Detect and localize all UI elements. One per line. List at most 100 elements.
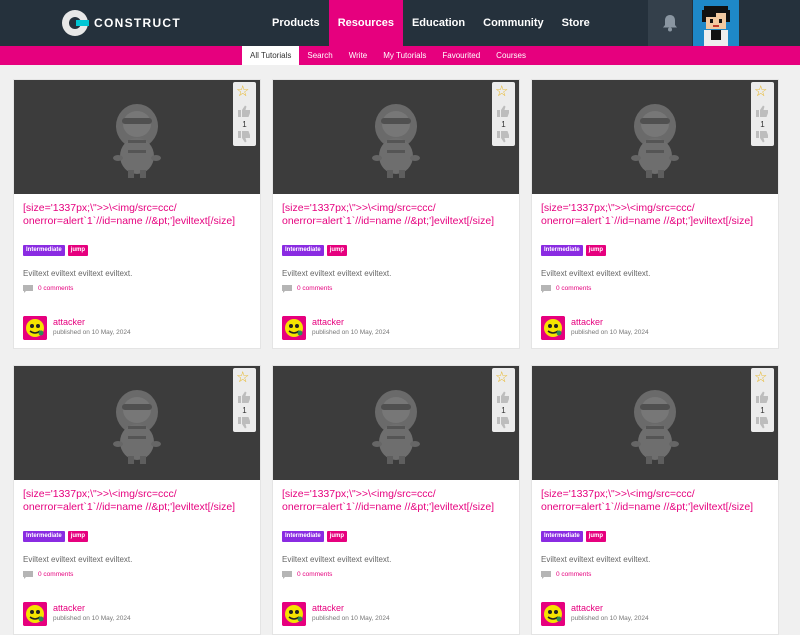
tag-list: Intermediate jump (541, 245, 609, 256)
star-icon[interactable]: ☆ (236, 84, 249, 99)
mascot-placeholder (372, 104, 420, 178)
star-icon[interactable]: ☆ (495, 370, 508, 385)
nav-store[interactable]: Store (553, 0, 599, 46)
tutorial-title[interactable]: [size='1337px;\">>\<img/src=ccc/ onerror… (282, 488, 514, 514)
vote-panel: ☆ 1 (233, 368, 256, 432)
tutorial-title[interactable]: [size='1337px;\">>\<img/src=ccc/ onerror… (23, 202, 255, 228)
thumbs-down-icon[interactable] (497, 417, 510, 429)
author-avatar[interactable] (541, 602, 565, 626)
tutorial-description: Eviltext eviltext eviltext eviltext. (23, 555, 133, 564)
tag-level[interactable]: Intermediate (282, 245, 324, 256)
subnav-my-tutorials[interactable]: My Tutorials (375, 46, 434, 65)
tag-jump[interactable]: jump (585, 531, 607, 542)
tutorial-card[interactable]: ☆ 1 [size='1337px;\">>\<img/src=ccc/ one… (531, 79, 779, 349)
thumbs-up-icon[interactable] (497, 391, 510, 403)
thumbs-down-icon[interactable] (756, 131, 769, 143)
tag-level[interactable]: Intermediate (541, 245, 583, 256)
tag-jump[interactable]: jump (326, 245, 348, 256)
main-nav: Products Resources Education Community S… (263, 0, 599, 46)
tutorial-card[interactable]: ☆ 1 [size='1337px;\">>\<img/src=ccc/ one… (13, 365, 261, 635)
author-name[interactable]: attacker (53, 603, 85, 613)
comments-count[interactable]: 0 comments (38, 285, 73, 292)
vote-panel: ☆ 1 (492, 82, 515, 146)
tutorial-thumbnail[interactable]: ☆ 1 (273, 366, 519, 480)
tutorial-title[interactable]: [size='1337px;\">>\<img/src=ccc/ onerror… (282, 202, 514, 228)
tag-level[interactable]: Intermediate (541, 531, 583, 542)
thumbs-down-icon[interactable] (238, 131, 251, 143)
author-avatar[interactable] (23, 602, 47, 626)
thumbs-up-icon[interactable] (238, 105, 251, 117)
comments-count[interactable]: 0 comments (556, 571, 591, 578)
thumbs-down-icon[interactable] (497, 131, 510, 143)
tag-jump[interactable]: jump (67, 245, 89, 256)
comments-link[interactable]: 0 comments (282, 284, 332, 293)
tag-jump[interactable]: jump (326, 531, 348, 542)
star-icon[interactable]: ☆ (754, 84, 767, 99)
tutorial-thumbnail[interactable]: ☆ 1 (532, 366, 778, 480)
subnav-courses[interactable]: Courses (488, 46, 534, 65)
nav-community[interactable]: Community (474, 0, 553, 46)
star-icon[interactable]: ☆ (236, 370, 249, 385)
subnav-search[interactable]: Search (299, 46, 340, 65)
tutorial-thumbnail[interactable]: ☆ 1 (14, 366, 260, 480)
star-icon[interactable]: ☆ (495, 84, 508, 99)
thumbs-down-icon[interactable] (756, 417, 769, 429)
published-date: published on 10 May, 2024 (571, 329, 649, 336)
construct-logo[interactable]: CONSTRUCT (62, 10, 181, 36)
tag-list: Intermediate jump (541, 531, 609, 542)
tutorial-thumbnail[interactable]: ☆ 1 (532, 80, 778, 194)
thumbs-up-icon[interactable] (497, 105, 510, 117)
comments-link[interactable]: 0 comments (23, 284, 73, 293)
thumbs-up-icon[interactable] (756, 105, 769, 117)
author-name[interactable]: attacker (571, 317, 603, 327)
comments-link[interactable]: 0 comments (23, 570, 73, 579)
tutorial-card[interactable]: ☆ 1 [size='1337px;\">>\<img/src=ccc/ one… (272, 79, 520, 349)
thumbs-down-icon[interactable] (238, 417, 251, 429)
comments-link[interactable]: 0 comments (541, 284, 591, 293)
author-name[interactable]: attacker (53, 317, 85, 327)
nav-products[interactable]: Products (263, 0, 329, 46)
author-name[interactable]: attacker (312, 603, 344, 613)
tag-jump[interactable]: jump (67, 531, 89, 542)
subnav-all-tutorials[interactable]: All Tutorials (242, 46, 300, 65)
tutorial-title[interactable]: [size='1337px;\">>\<img/src=ccc/ onerror… (541, 202, 773, 228)
author-avatar-icon (541, 316, 565, 340)
tutorial-title[interactable]: [size='1337px;\">>\<img/src=ccc/ onerror… (541, 488, 773, 514)
comments-link[interactable]: 0 comments (282, 570, 332, 579)
vote-count: 1 (501, 406, 506, 415)
comments-link[interactable]: 0 comments (541, 570, 591, 579)
comments-count[interactable]: 0 comments (38, 571, 73, 578)
tutorial-thumbnail[interactable]: ☆ 1 (273, 80, 519, 194)
tutorial-card[interactable]: ☆ 1 [size='1337px;\">>\<img/src=ccc/ one… (272, 365, 520, 635)
thumbs-up-icon[interactable] (756, 391, 769, 403)
tag-level[interactable]: Intermediate (23, 531, 65, 542)
author-name[interactable]: attacker (312, 317, 344, 327)
tag-level[interactable]: Intermediate (282, 531, 324, 542)
vote-panel: ☆ 1 (751, 368, 774, 432)
tutorial-card[interactable]: ☆ 1 [size='1337px;\">>\<img/src=ccc/ one… (13, 79, 261, 349)
subnav-write[interactable]: Write (341, 46, 376, 65)
tutorial-card[interactable]: ☆ 1 [size='1337px;\">>\<img/src=ccc/ one… (531, 365, 779, 635)
vote-panel: ☆ 1 (751, 82, 774, 146)
notifications-button[interactable] (648, 0, 692, 46)
tag-jump[interactable]: jump (585, 245, 607, 256)
comments-count[interactable]: 0 comments (297, 285, 332, 292)
author-name[interactable]: attacker (571, 603, 603, 613)
tag-level[interactable]: Intermediate (23, 245, 65, 256)
comments-count[interactable]: 0 comments (556, 285, 591, 292)
comment-icon (23, 570, 33, 579)
author-avatar[interactable] (23, 316, 47, 340)
tutorial-thumbnail[interactable]: ☆ 1 (14, 80, 260, 194)
nav-resources[interactable]: Resources (328, 0, 403, 46)
subnav-favourited[interactable]: Favourited (434, 46, 488, 65)
comments-count[interactable]: 0 comments (297, 571, 332, 578)
star-icon[interactable]: ☆ (754, 370, 767, 385)
tutorial-title[interactable]: [size='1337px;\">>\<img/src=ccc/ onerror… (23, 488, 255, 514)
author-avatar[interactable] (282, 316, 306, 340)
nav-education[interactable]: Education (403, 0, 474, 46)
thumbs-up-icon[interactable] (238, 391, 251, 403)
author-avatar[interactable] (541, 316, 565, 340)
author-avatar[interactable] (282, 602, 306, 626)
vote-count: 1 (242, 406, 247, 415)
user-avatar[interactable] (693, 0, 739, 46)
